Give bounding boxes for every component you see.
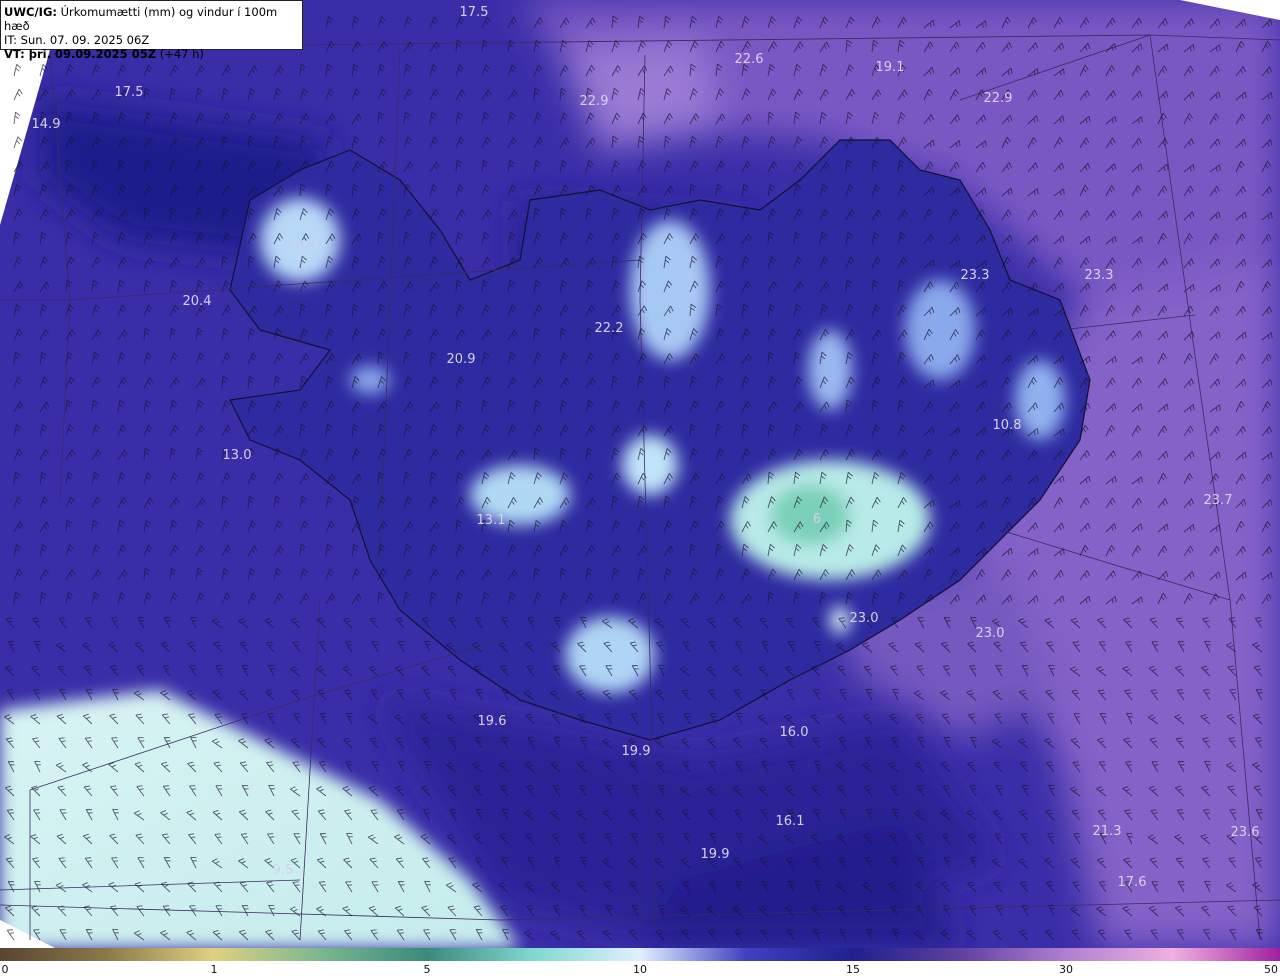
value-label: 20.9: [447, 352, 476, 367]
info-line-3: VT: þri. 09.09.2025 05Z (+47 h): [4, 47, 299, 61]
value-label: 17.6: [1118, 875, 1147, 890]
info-line-1: UWC/IG: Úrkomumætti (mm) og vindur í 100…: [4, 5, 299, 33]
colorbar-tick: 0: [1, 963, 9, 976]
value-label: 22.2: [595, 321, 624, 336]
value-label: 23.3: [1085, 268, 1114, 283]
value-label: 10.8: [993, 418, 1022, 433]
colorbar-tick: 15: [846, 963, 860, 976]
map-info-box: UWC/IG: Úrkomumætti (mm) og vindur í 100…: [0, 0, 303, 61]
colorbar-tick: 50: [1264, 963, 1278, 976]
colorbar-tick: 5: [423, 963, 431, 976]
value-label: 23.6: [1231, 825, 1260, 840]
value-label: 17.5: [115, 85, 144, 100]
value-label: 13.1: [477, 513, 506, 528]
value-label: 19.9: [622, 744, 651, 759]
value-label: 16.0: [780, 725, 809, 740]
colorbar: 0 1 5 10 15 30 50: [0, 948, 1280, 978]
value-label: 23.0: [850, 611, 879, 626]
value-label: 17.5: [460, 5, 489, 20]
model-code: UWC/IG:: [4, 5, 57, 19]
value-label: 19.9: [701, 847, 730, 862]
value-label: 21.3: [1093, 824, 1122, 839]
value-label: 19.1: [876, 60, 905, 75]
colorbar-gradient: [0, 948, 1280, 961]
init-time: IT: Sun. 07. 09. 2025 06Z: [4, 33, 150, 47]
value-label: 6: [813, 512, 821, 527]
weather-map[interactable]: 17.5 17.5 14.9 22.6 19.1 22.9 22.9 10.7 20.4 22.2…: [0, 0, 1280, 948]
value-label: 20.4: [183, 294, 212, 309]
value-label: 9.5: [273, 863, 294, 878]
value-label: 22.9: [580, 94, 609, 109]
value-label: 16.1: [776, 814, 805, 829]
value-label: 13.0: [223, 448, 252, 463]
value-label: 23.7: [1204, 493, 1233, 508]
value-label: 10.7: [291, 239, 320, 254]
valid-time: VT: þri. 09.09.2025 05Z: [4, 47, 157, 61]
value-label: 22.6: [735, 52, 764, 67]
colorbar-tick: 30: [1059, 963, 1073, 976]
colorbar-tick: 10: [633, 963, 647, 976]
value-label: 23.0: [976, 626, 1005, 641]
value-label: 23.3: [961, 268, 990, 283]
value-label: 19.6: [478, 714, 507, 729]
value-label: 14.9: [32, 117, 61, 132]
lead-time: (+47 h): [159, 47, 204, 61]
value-label: 22.9: [984, 91, 1013, 106]
colorbar-tick: 1: [210, 963, 218, 976]
